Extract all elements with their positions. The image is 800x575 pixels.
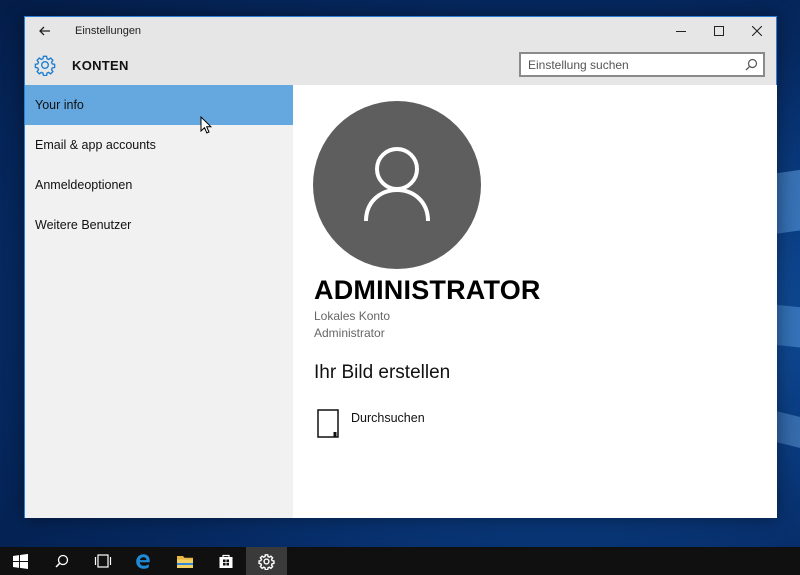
account-role: Administrator: [314, 326, 385, 340]
store-icon: [219, 554, 232, 568]
sidebar-item-label: Weitere Benutzer: [35, 218, 132, 232]
settings-taskbar-button[interactable]: [246, 547, 287, 575]
taskbar-search-button[interactable]: [41, 547, 82, 575]
browse-label: Durchsuchen: [351, 411, 425, 425]
minimize-icon: [676, 31, 686, 32]
sidebar-item-sign-in-options[interactable]: Anmeldeoptionen: [25, 165, 293, 205]
maximize-button[interactable]: [700, 17, 738, 45]
back-arrow-icon: [39, 26, 50, 36]
windows-start-icon: [13, 553, 28, 569]
search-icon[interactable]: [745, 58, 758, 71]
sidebar-item-other-users[interactable]: Weitere Benutzer: [25, 205, 293, 245]
task-view-icon: [94, 554, 111, 568]
mouse-cursor-icon: [200, 116, 212, 134]
section-title: Ihr Bild erstellen: [314, 362, 451, 383]
user-icon: [364, 147, 430, 222]
sidebar-nav: Your info Email & app accounts Anmeldeop…: [25, 85, 293, 518]
avatar: [313, 101, 481, 269]
sidebar-item-label: Your info: [35, 98, 84, 112]
file-explorer-taskbar-button[interactable]: [164, 547, 205, 575]
task-view-button[interactable]: [82, 547, 123, 575]
window-title: Einstellungen: [75, 25, 142, 37]
search-icon: [54, 554, 68, 568]
store-taskbar-button[interactable]: [205, 547, 246, 575]
edge-taskbar-button[interactable]: [123, 547, 164, 575]
user-name: ADMINISTRATOR: [314, 275, 541, 305]
close-icon: [752, 26, 762, 36]
taskbar: [0, 547, 800, 575]
settings-icon: [258, 553, 275, 570]
minimize-button[interactable]: [662, 17, 700, 45]
sidebar-item-label: Email & app accounts: [35, 138, 156, 152]
gear-icon: [34, 55, 56, 76]
browse-button[interactable]: Durchsuchen: [317, 409, 425, 439]
sidebar-item-label: Anmeldeoptionen: [35, 178, 133, 192]
maximize-icon: [714, 26, 724, 36]
page-header: KONTEN: [25, 45, 776, 85]
search-input[interactable]: [528, 54, 742, 75]
edge-icon: [136, 553, 150, 569]
page-title: KONTEN: [72, 57, 129, 73]
start-button[interactable]: [0, 547, 41, 575]
window-controls: [662, 17, 776, 45]
sidebar-item-email-accounts[interactable]: Email & app accounts: [25, 125, 293, 165]
title-bar: Einstellungen: [25, 17, 776, 45]
settings-window: Einstellungen KONTEN Einstellung suchen …: [24, 16, 777, 518]
file-explorer-icon: [176, 555, 193, 568]
sidebar-item-your-info[interactable]: Your info: [25, 85, 293, 125]
close-button[interactable]: [738, 17, 776, 45]
account-type: Lokales Konto: [314, 309, 391, 323]
back-button[interactable]: [25, 17, 65, 45]
settings-search-box[interactable]: [519, 52, 765, 77]
document-icon: [317, 409, 339, 438]
main-content: ADMINISTRATOR Lokales Konto Administrato…: [293, 85, 777, 518]
